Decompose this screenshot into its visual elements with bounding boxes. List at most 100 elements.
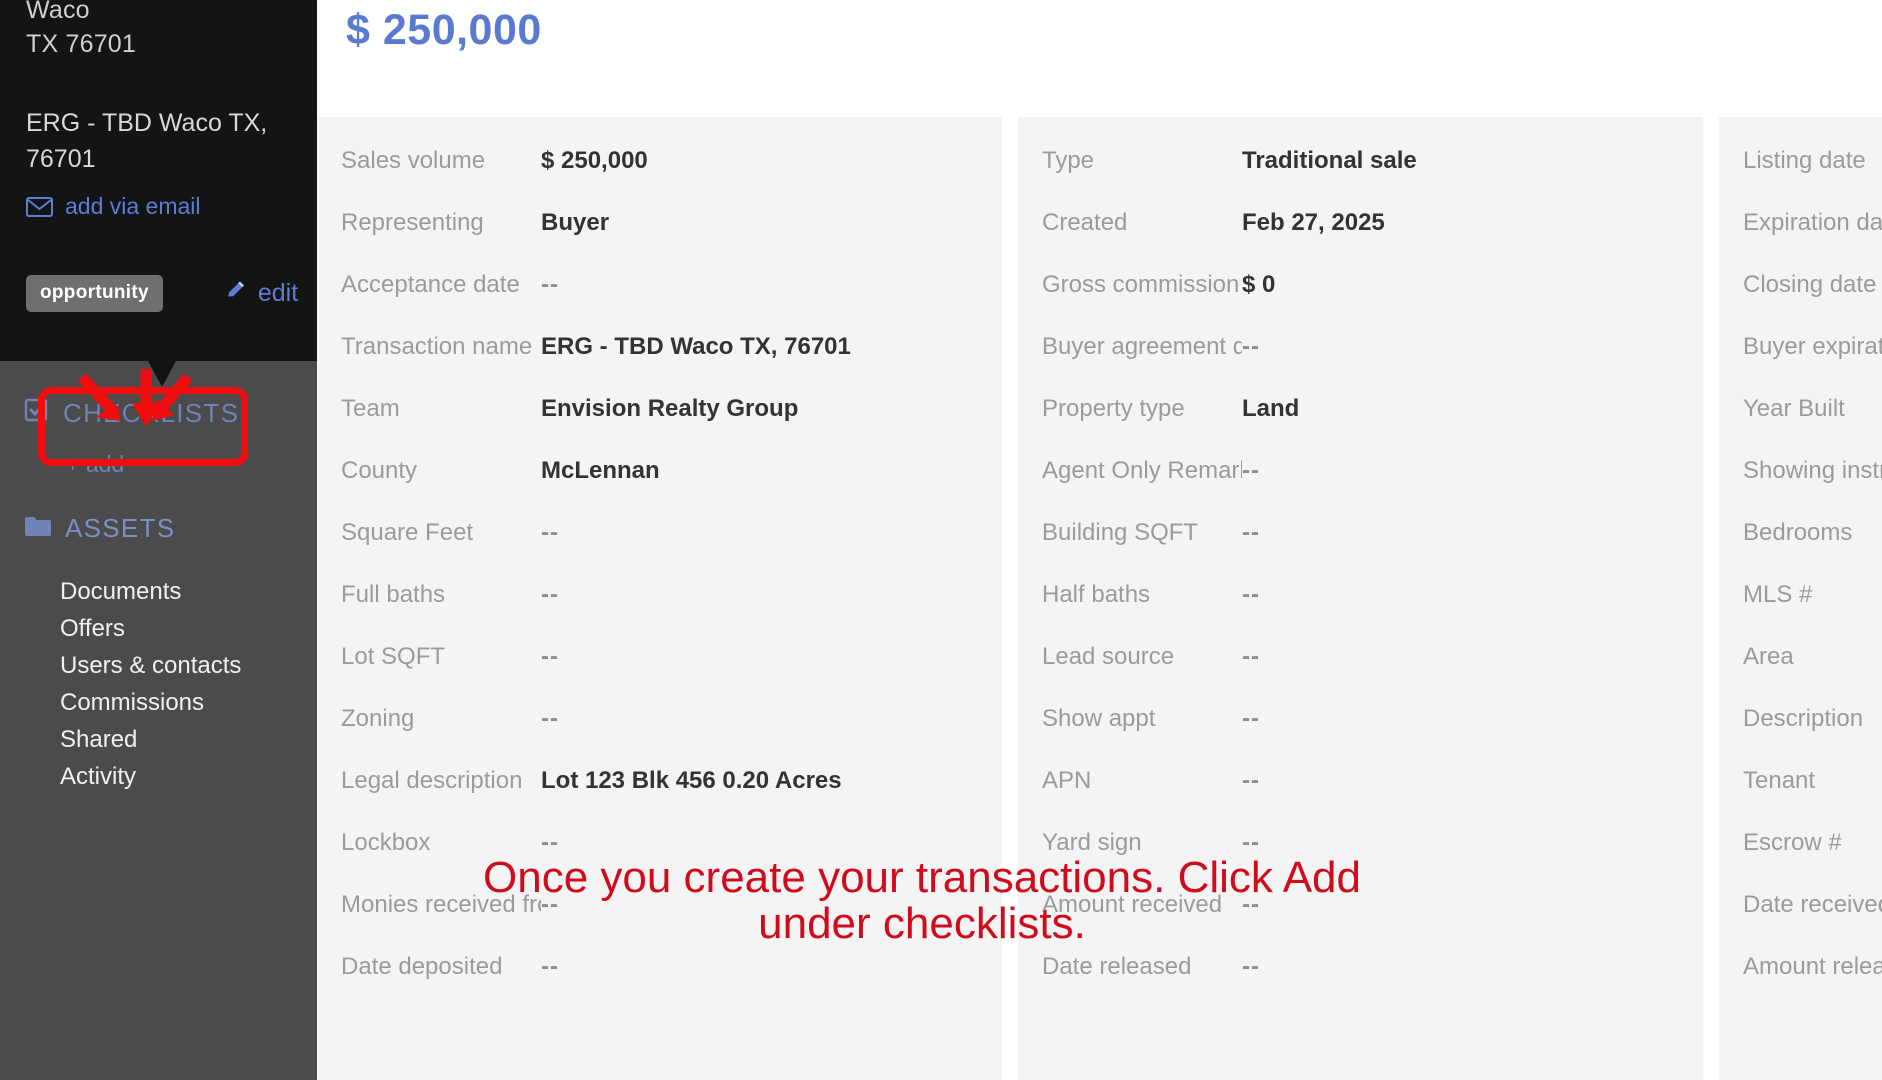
folder-icon: [24, 513, 52, 544]
checklists-label: CHECKLISTS: [63, 398, 240, 428]
checklists-add-button[interactable]: + add: [66, 451, 124, 478]
detail-card-2: Type Traditional sale Created Feb 27, 2025…: [1018, 117, 1703, 1080]
detail-row: Property type Land: [1018, 395, 1703, 457]
detail-row: Legal description Lot 123 Blk 456 0.20 Ac…: [317, 767, 1002, 829]
field-label: Monies received from: [341, 891, 541, 918]
sidebar-item-activity[interactable]: Activity: [60, 758, 241, 795]
detail-row: Created Feb 27, 2025: [1018, 209, 1703, 271]
field-label: Date received: [1743, 891, 1882, 918]
field-label: Lot SQFT: [341, 643, 446, 670]
field-label: Half baths: [1042, 581, 1151, 608]
sidebar-sections: CHECKLISTS + add ASSETS Documents Offers…: [0, 361, 317, 1080]
field-value[interactable]: --: [1242, 829, 1260, 857]
field-value[interactable]: --: [541, 581, 559, 609]
field-value[interactable]: --: [1242, 457, 1260, 485]
field-label: Representing: [341, 209, 484, 236]
address-city: Waco: [26, 0, 90, 24]
assets-nav-list: Documents Offers Users & contacts Commis…: [60, 573, 241, 795]
sidebar-item-shared[interactable]: Shared: [60, 721, 241, 758]
field-value[interactable]: --: [1242, 519, 1260, 547]
field-value[interactable]: --: [541, 643, 559, 671]
add-via-email-label: add via email: [65, 193, 201, 219]
field-label: Buyer expiration: [1743, 333, 1882, 360]
detail-row: Escrow #: [1719, 829, 1882, 891]
detail-row: Type Traditional sale: [1018, 147, 1703, 209]
field-value[interactable]: --: [1242, 953, 1260, 981]
field-value[interactable]: Lot 123 Blk 456 0.20 Acres: [541, 767, 842, 795]
sidebar-item-commissions[interactable]: Commissions: [60, 684, 241, 721]
detail-rows-2: Type Traditional sale Created Feb 27, 2025…: [1018, 147, 1703, 1015]
detail-row: Acceptance date --: [317, 271, 1002, 333]
detail-row: Monies received from--: [317, 891, 1002, 953]
field-label: Zoning: [341, 705, 415, 732]
field-value[interactable]: $ 0: [1242, 271, 1275, 299]
section-assets[interactable]: ASSETS: [24, 513, 175, 544]
field-label: MLS #: [1743, 581, 1813, 608]
detail-row: Area: [1719, 643, 1882, 705]
sidebar-item-users-contacts[interactable]: Users & contacts: [60, 647, 241, 684]
field-value[interactable]: --: [541, 519, 559, 547]
field-label: Year Built: [1743, 395, 1845, 422]
field-value[interactable]: --: [1242, 581, 1260, 609]
detail-card-1: Sales volume $ 250,000 Representing Buyer …: [317, 117, 1002, 1080]
detail-row: MLS #: [1719, 581, 1882, 643]
field-value[interactable]: --: [1242, 643, 1260, 671]
field-label: Listing date: [1743, 147, 1866, 174]
field-value[interactable]: Traditional sale: [1242, 147, 1417, 175]
field-value[interactable]: --: [541, 271, 559, 299]
page-title-price: $ 250,000: [346, 6, 542, 54]
detail-row: County McLennan: [317, 457, 1002, 519]
field-value[interactable]: ERG - TBD Waco TX, 76701: [541, 333, 851, 361]
opportunity-tag[interactable]: opportunity: [26, 275, 163, 312]
tag-row: opportunity edit: [26, 275, 298, 312]
field-value[interactable]: --: [541, 829, 559, 857]
detail-row: Buyer agreement da...--: [1018, 333, 1703, 395]
field-label: APN: [1042, 767, 1092, 794]
app-root: Waco TX 76701 ERG - TBD Waco TX, 76701 a…: [0, 0, 1882, 1080]
assets-label: ASSETS: [65, 513, 176, 543]
field-value[interactable]: --: [1242, 891, 1260, 919]
edit-button[interactable]: edit: [225, 278, 298, 309]
detail-row: Date deposited --: [317, 953, 1002, 1015]
field-label: Date released: [1042, 953, 1192, 980]
field-label: Date deposited: [341, 953, 503, 980]
sidebar-item-offers[interactable]: Offers: [60, 610, 241, 647]
field-value[interactable]: Envision Realty Group: [541, 395, 798, 423]
field-value[interactable]: Feb 27, 2025: [1242, 209, 1385, 237]
checklist-icon: [24, 397, 50, 430]
sidebar-item-documents[interactable]: Documents: [60, 573, 241, 610]
add-via-email-link[interactable]: add via email: [26, 193, 201, 220]
field-value[interactable]: --: [541, 891, 559, 919]
detail-row: Agent Only Remarks --: [1018, 457, 1703, 519]
field-value[interactable]: --: [1242, 767, 1260, 795]
main-content: $ 250,000 Sales volume $ 250,000 Represen…: [317, 0, 1882, 1080]
detail-row: Listing date: [1719, 147, 1882, 209]
field-label: Expiration date: [1743, 209, 1882, 236]
detail-row: Team Envision Realty Group: [317, 395, 1002, 457]
pencil-icon: [225, 278, 249, 309]
field-value[interactable]: --: [1242, 705, 1260, 733]
address-state-zip: TX 76701: [26, 30, 137, 58]
detail-row: Zoning --: [317, 705, 1002, 767]
field-label: Description: [1743, 705, 1864, 732]
detail-rows-3: Listing date Expiration date Closing dat…: [1719, 147, 1882, 1015]
detail-row: Closing date: [1719, 271, 1882, 333]
section-checklists[interactable]: CHECKLISTS: [24, 397, 239, 430]
field-label: Amount received: [1042, 891, 1223, 918]
field-label: Gross commission: [1042, 271, 1240, 298]
detail-row: Lead source --: [1018, 643, 1703, 705]
field-value[interactable]: --: [1242, 333, 1260, 361]
field-label: Amount released: [1743, 953, 1882, 980]
detail-row: Lot SQFT --: [317, 643, 1002, 705]
field-value[interactable]: --: [541, 953, 559, 981]
detail-row: Bedrooms: [1719, 519, 1882, 581]
field-label: Showing instructions: [1743, 457, 1882, 484]
field-value[interactable]: $ 250,000: [541, 147, 648, 175]
field-value[interactable]: Land: [1242, 395, 1299, 423]
field-value[interactable]: --: [541, 705, 559, 733]
field-value[interactable]: Buyer: [541, 209, 609, 237]
detail-row: Square Feet --: [317, 519, 1002, 581]
envelope-icon: [26, 196, 53, 217]
field-label: Closing date: [1743, 271, 1877, 298]
field-value[interactable]: McLennan: [541, 457, 660, 485]
